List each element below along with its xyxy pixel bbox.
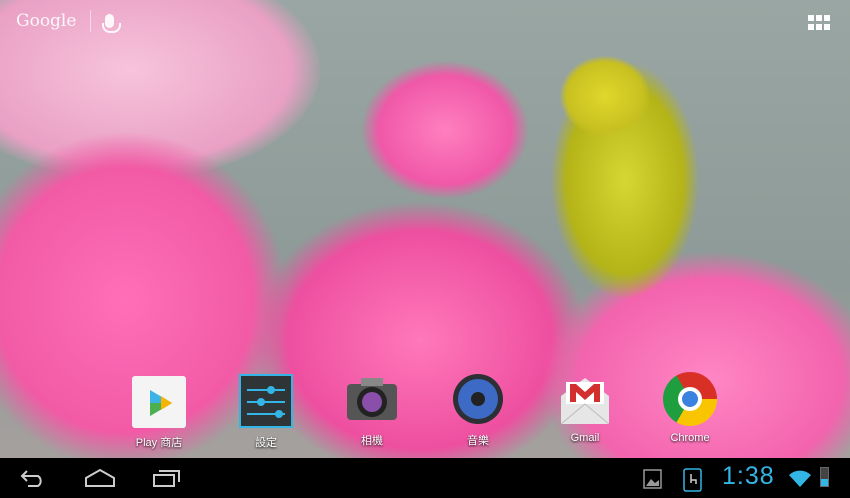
camera-icon	[345, 372, 399, 426]
all-apps-grid-icon[interactable]	[808, 15, 830, 31]
google-logo[interactable]: Google	[16, 11, 76, 31]
touch-notification-icon[interactable]	[683, 468, 703, 492]
wifi-icon	[789, 470, 811, 487]
app-play-store[interactable]: Play 商店	[114, 372, 204, 450]
app-chrome[interactable]: Chrome	[645, 372, 735, 444]
app-camera[interactable]: 相機	[327, 372, 417, 448]
play-store-icon	[132, 376, 186, 428]
battery-icon	[820, 467, 829, 487]
back-icon[interactable]	[18, 468, 48, 488]
app-label: 設定	[255, 437, 277, 449]
divider	[90, 10, 92, 32]
chrome-icon	[663, 372, 717, 426]
settings-icon	[239, 374, 293, 428]
app-music[interactable]: 音樂	[433, 372, 523, 448]
screenshot-notification-icon[interactable]	[643, 468, 663, 490]
music-icon	[451, 372, 505, 426]
app-label: Gmail	[570, 432, 600, 444]
app-label: 音樂	[467, 435, 489, 447]
app-gmail[interactable]: Gmail	[540, 372, 630, 444]
gmail-icon	[558, 372, 612, 426]
app-label: Play 商店	[135, 437, 183, 449]
app-settings[interactable]: 設定	[221, 372, 311, 450]
app-label: 相機	[361, 435, 383, 447]
clock[interactable]: 1:38	[722, 462, 775, 491]
app-label: Chrome	[670, 432, 710, 444]
recent-apps-icon[interactable]	[152, 468, 182, 488]
google-search-bar[interactable]: Google	[16, 10, 122, 33]
microphone-icon[interactable]	[102, 14, 122, 33]
home-icon[interactable]	[84, 468, 116, 488]
